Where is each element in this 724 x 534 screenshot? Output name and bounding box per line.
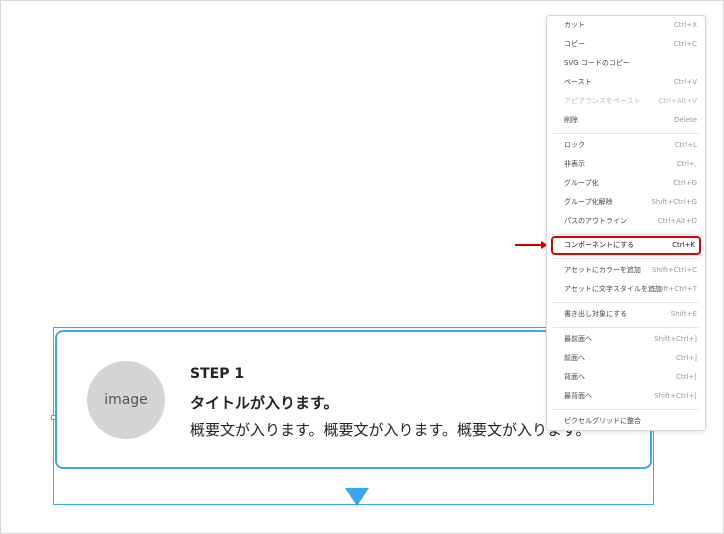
menu-item-lock[interactable]: ロック Ctrl+L: [547, 136, 705, 155]
menu-item-ungroup[interactable]: グループ化解除 Shift+Ctrl+G: [547, 193, 705, 212]
step-label: STEP 1: [190, 366, 245, 382]
menu-item-send-backward[interactable]: 背面へ Ctrl+[: [547, 368, 705, 387]
annotation-arrow-line: [515, 244, 543, 246]
menu-item-paste[interactable]: ペースト Ctrl+V: [547, 73, 705, 92]
menu-item-paste-appearance[interactable]: アピアランスをペースト Ctrl+Alt+V: [547, 92, 705, 111]
menu-item-align-pixel-grid[interactable]: ピクセルグリッドに整合: [547, 412, 705, 431]
menu-item-copy[interactable]: コピー Ctrl+C: [547, 35, 705, 54]
menu-separator: [553, 302, 699, 303]
menu-item-outline-path[interactable]: パスのアウトライン Ctrl+Alt+O: [547, 212, 705, 231]
menu-separator: [553, 409, 699, 410]
context-menu: カット Ctrl+X コピー Ctrl+C SVG コードのコピー ペースト C…: [546, 15, 706, 431]
menu-item-cut[interactable]: カット Ctrl+X: [547, 16, 705, 35]
menu-item-group[interactable]: グループ化 Ctrl+G: [547, 174, 705, 193]
menu-separator: [553, 258, 699, 259]
menu-item-mark-for-export[interactable]: 書き出し対象にする Shift+E: [547, 305, 705, 324]
menu-separator: [553, 327, 699, 328]
menu-item-make-component[interactable]: コンポーネントにする Ctrl+K: [551, 236, 701, 255]
menu-separator: [553, 133, 699, 134]
menu-item-copy-svg[interactable]: SVG コードのコピー: [547, 54, 705, 73]
triangle-down-icon: [345, 488, 369, 506]
menu-item-hide[interactable]: 非表示 Ctrl+,: [547, 155, 705, 174]
menu-item-add-color-asset[interactable]: アセットにカラーを追加 Shift+Ctrl+C: [547, 261, 705, 280]
menu-separator: [553, 234, 699, 235]
menu-item-send-to-back[interactable]: 最背面へ Shift+Ctrl+[: [547, 387, 705, 406]
image-placeholder-label: image: [104, 392, 148, 408]
card-title: タイトルが入ります。: [190, 394, 339, 412]
menu-item-bring-to-front[interactable]: 最前面へ Shift+Ctrl+]: [547, 330, 705, 349]
menu-item-delete[interactable]: 削除 Delete: [547, 111, 705, 130]
image-placeholder: image: [87, 361, 165, 439]
menu-item-bring-forward[interactable]: 前面へ Ctrl+]: [547, 349, 705, 368]
card-description: 概要文が入ります。概要文が入ります。概要文が入ります。: [190, 421, 591, 439]
menu-item-add-text-style-asset[interactable]: アセットに文字スタイルを追加 Shift+Ctrl+T: [547, 280, 705, 299]
